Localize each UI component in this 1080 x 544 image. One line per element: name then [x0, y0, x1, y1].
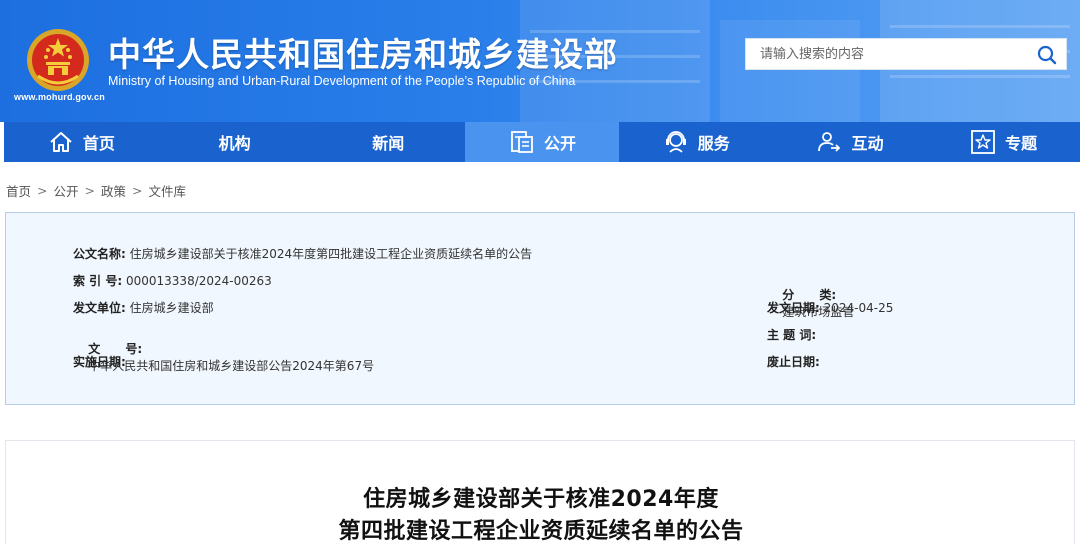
nav-item-label: 专题 — [1005, 134, 1038, 153]
doc-expiry-row: 废止日期: — [767, 353, 820, 370]
site-url: www.mohurd.gov.cn — [14, 92, 105, 102]
doc-effective-label: 实施日期: — [73, 355, 126, 369]
doc-issuer-row: 发文单位: 住房城乡建设部 — [73, 299, 214, 316]
nav-item-service[interactable]: 服务 — [619, 122, 773, 162]
nav-item-label: 公开 — [544, 134, 577, 153]
doc-name-value: 住房城乡建设部关于核准2024年度第四批建设工程企业资质延续名单的公告 — [129, 247, 533, 261]
nav-item-label: 首页 — [82, 134, 115, 153]
nav-item-label: 新闻 — [372, 134, 405, 153]
doc-effective-row: 实施日期: — [73, 353, 126, 370]
interaction-icon — [818, 132, 841, 152]
search-input[interactable] — [746, 39, 1026, 69]
nav-item-organization[interactable]: 机构 — [158, 122, 312, 162]
breadcrumb: 首页 > 公开 > 政策 > 文件库 — [6, 181, 186, 200]
doc-subject-label: 主 题 词: — [767, 328, 817, 342]
doc-name-row: 公文名称: 住房城乡建设部关于核准2024年度第四批建设工程企业资质延续名单的公… — [73, 245, 532, 262]
header-decoration — [890, 25, 1070, 28]
document-info-panel: 公文名称: 住房城乡建设部关于核准2024年度第四批建设工程企业资质延续名单的公… — [5, 212, 1075, 405]
home-icon — [50, 132, 72, 152]
nav-item-home[interactable]: 首页 — [4, 122, 158, 162]
article-container: 住房城乡建设部关于核准2024年度 第四批建设工程企业资质延续名单的公告 — [5, 440, 1075, 544]
site-header: www.mohurd.gov.cn 中华人民共和国住房和城乡建设部 Minist… — [0, 0, 1080, 122]
doc-subject-row: 主 题 词: — [767, 326, 816, 343]
search-icon[interactable] — [1036, 44, 1058, 66]
header-background-building — [720, 20, 860, 122]
breadcrumb-item-policy[interactable]: 政策 — [101, 181, 126, 200]
doc-issuer-label: 发文单位: — [73, 301, 126, 315]
doc-number-value: 中华人民共和国住房和城乡建设部公告2024年第67号 — [88, 359, 375, 373]
doc-issuer-value: 住房城乡建设部 — [129, 301, 214, 315]
doc-index-row: 索 引 号: 000013338/2024-00263 — [73, 272, 272, 289]
breadcrumb-separator: > — [132, 183, 143, 198]
nav-item-news[interactable]: 新闻 — [311, 122, 465, 162]
doc-date-row: 发文日期: 2024-04-25 — [767, 299, 893, 316]
search-box — [745, 38, 1067, 70]
doc-date-value: 2024-04-25 — [823, 301, 894, 315]
breadcrumb-item-public[interactable]: 公开 — [54, 181, 79, 200]
site-title[interactable]: 中华人民共和国住房和城乡建设部 — [108, 28, 618, 76]
doc-index-value: 000013338/2024-00263 — [125, 274, 272, 288]
document-icon — [511, 131, 533, 153]
article-title-line-2: 第四批建设工程企业资质延续名单的公告 — [338, 519, 744, 544]
article-title-line-1: 住房城乡建设部关于核准2024年度 — [363, 487, 719, 512]
nav-item-topics[interactable]: 专题 — [926, 122, 1080, 162]
header-decoration — [890, 75, 1070, 78]
doc-name-label: 公文名称: — [73, 247, 126, 261]
breadcrumb-separator: > — [84, 183, 95, 198]
star-icon — [971, 130, 996, 154]
doc-date-label: 发文日期: — [767, 301, 820, 315]
main-nav: 首页 机构 新闻 公开 服务 互动 专题 — [4, 122, 1080, 162]
doc-index-label: 索 引 号: — [73, 274, 123, 288]
breadcrumb-separator: > — [37, 183, 48, 198]
breadcrumb-item-home[interactable]: 首页 — [6, 181, 31, 200]
doc-expiry-label: 废止日期: — [767, 355, 820, 369]
service-icon — [665, 131, 686, 153]
breadcrumb-item-file-library[interactable]: 文件库 — [149, 181, 187, 200]
nav-item-label: 机构 — [218, 134, 251, 153]
nav-item-interaction[interactable]: 互动 — [773, 122, 927, 162]
national-emblem-icon[interactable] — [24, 26, 92, 94]
site-subtitle-english: Ministry of Housing and Urban-Rural Deve… — [108, 74, 576, 88]
nav-item-label: 服务 — [697, 134, 730, 153]
nav-item-label: 互动 — [851, 134, 884, 153]
nav-item-public[interactable]: 公开 — [465, 122, 619, 162]
